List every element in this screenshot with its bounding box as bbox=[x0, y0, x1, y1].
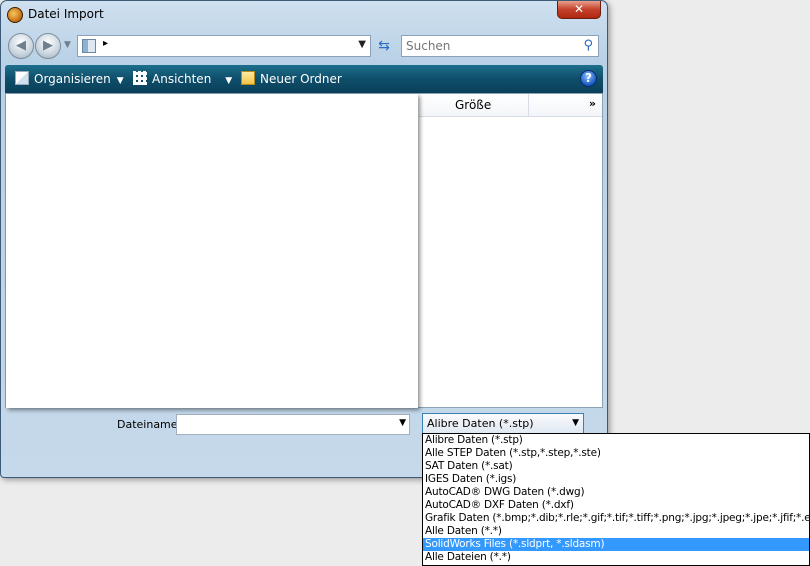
navigation-pane bbox=[6, 94, 418, 408]
new-folder-icon bbox=[241, 71, 255, 85]
views-button[interactable]: Ansichten ▼ bbox=[133, 71, 232, 86]
file-type-dropdown-list: Alibre Daten (*.stp) Alle STEP Daten (*.s… bbox=[422, 433, 810, 566]
file-type-option[interactable]: Alle Dateien (*.*) bbox=[423, 551, 809, 564]
title-bar[interactable]: Datei Import ✕ bbox=[1, 1, 607, 29]
search-input[interactable] bbox=[406, 38, 571, 54]
file-type-dropdown-icon: ▼ bbox=[572, 418, 579, 428]
file-list[interactable]: Größe » bbox=[5, 93, 603, 408]
close-button[interactable]: ✕ bbox=[557, 1, 601, 19]
file-type-option[interactable]: Alle Daten (*.*) bbox=[423, 525, 809, 538]
organize-button[interactable]: Organisieren ▼ bbox=[15, 71, 124, 86]
address-dropdown-icon[interactable]: ▼ bbox=[358, 39, 366, 50]
file-type-option[interactable]: Alibre Daten (*.stp) bbox=[423, 434, 809, 447]
file-type-option[interactable]: Grafik Daten (*.bmp;*.dib;*.rle;*.gif;*.… bbox=[423, 512, 809, 525]
organize-dropdown-icon: ▼ bbox=[116, 76, 124, 86]
filename-field[interactable]: ▼ bbox=[176, 414, 410, 435]
window-title: Datei Import bbox=[28, 7, 104, 21]
column-size[interactable]: Größe bbox=[455, 98, 491, 112]
file-type-option[interactable]: SAT Daten (*.sat) bbox=[423, 460, 809, 473]
help-icon[interactable]: ? bbox=[580, 70, 597, 87]
close-icon: ✕ bbox=[573, 2, 585, 16]
new-folder-label: Neuer Ordner bbox=[260, 72, 342, 86]
file-type-option[interactable]: AutoCAD® DXF Daten (*.dxf) bbox=[423, 499, 809, 512]
organize-icon bbox=[15, 71, 29, 85]
forward-icon: ▶ bbox=[43, 38, 53, 53]
filename-dropdown-icon[interactable]: ▼ bbox=[399, 418, 406, 428]
file-type-option[interactable]: Alle STEP Daten (*.stp,*.step,*.ste) bbox=[423, 447, 809, 460]
search-box[interactable]: ⚲ bbox=[401, 35, 599, 57]
file-type-selected: Alibre Daten (*.stp) bbox=[427, 417, 534, 430]
file-type-option[interactable]: SolidWorks Files (*.sldprt, *.sldasm) bbox=[423, 538, 809, 551]
views-dropdown-icon: ▼ bbox=[225, 76, 233, 86]
more-columns-button[interactable]: » bbox=[589, 97, 596, 110]
back-icon: ◀ bbox=[16, 38, 26, 53]
refresh-icon: ⇆ bbox=[378, 38, 390, 54]
command-toolbar: Organisieren ▼ Ansichten ▼ Neuer Ordner ? bbox=[5, 65, 603, 93]
breadcrumb-arrow-icon[interactable]: ▸ bbox=[103, 38, 108, 49]
filename-label: Dateiname: bbox=[117, 418, 182, 431]
app-icon bbox=[7, 7, 23, 23]
file-type-option[interactable]: AutoCAD® DWG Daten (*.dwg) bbox=[423, 486, 809, 499]
organize-label: Organisieren bbox=[34, 72, 111, 86]
refresh-button[interactable]: ⇆ bbox=[374, 36, 394, 56]
folder-icon bbox=[82, 39, 96, 53]
forward-button[interactable]: ▶ bbox=[35, 33, 61, 59]
column-header: Größe » bbox=[419, 94, 602, 117]
search-icon[interactable]: ⚲ bbox=[583, 38, 593, 53]
views-label: Ansichten bbox=[152, 72, 212, 86]
new-folder-button[interactable]: Neuer Ordner bbox=[241, 71, 342, 86]
navigation-bar: ◀ ▶ ▼ ▸ ▼ ⇆ ⚲ bbox=[5, 31, 603, 61]
file-type-select[interactable]: Alibre Daten (*.stp) ▼ bbox=[422, 413, 584, 434]
file-type-option[interactable]: IGES Daten (*.igs) bbox=[423, 473, 809, 486]
address-bar[interactable]: ▸ ▼ bbox=[77, 35, 371, 57]
import-dialog: Datei Import ✕ ◀ ▶ ▼ ▸ ▼ ⇆ ⚲ Organisiere… bbox=[0, 0, 608, 478]
column-divider[interactable] bbox=[528, 94, 529, 116]
history-dropdown-icon[interactable]: ▼ bbox=[64, 40, 71, 50]
back-button[interactable]: ◀ bbox=[8, 33, 34, 59]
views-icon bbox=[133, 71, 147, 85]
